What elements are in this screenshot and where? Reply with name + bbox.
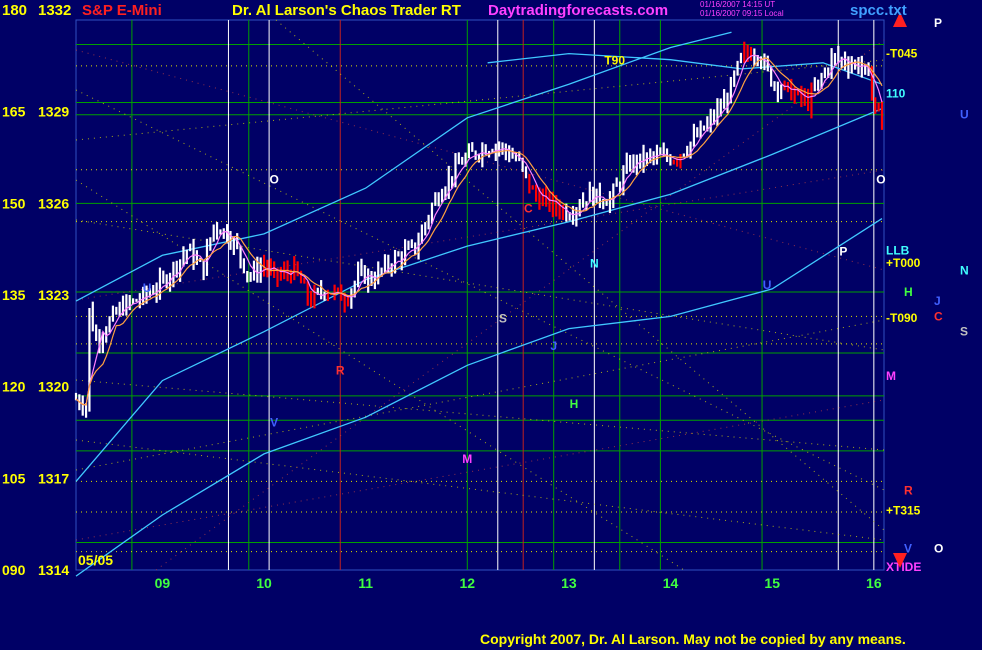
chart-marker: O [270, 172, 279, 186]
right-label: S [960, 325, 968, 339]
right-label: M [886, 369, 896, 383]
right-label: U [960, 108, 969, 122]
chart-canvas: 165 1329 150 1326 135 1323 120 1320 105 1317 090 13… [2, 12, 969, 591]
instrument-label: S&P E-Mini [82, 2, 162, 19]
band-lower [75, 218, 883, 577]
chart-marker: U [763, 278, 772, 292]
right-label: H [904, 285, 913, 299]
timestamp-ut: 01/16/2007 14:15 UT [700, 0, 776, 9]
harmonic-diagonal-9 [155, 39, 885, 571]
right-label: C [934, 309, 943, 323]
x-tick-label: 09 [155, 575, 171, 591]
y-tick-price: 1326 [38, 195, 69, 211]
x-tick-label: 14 [663, 575, 679, 591]
chart-marker: S [499, 312, 507, 326]
y-tick-price: 1314 [38, 562, 69, 578]
y-tick-price: 1329 [38, 104, 69, 120]
header-price-scale-top: 180 [2, 2, 28, 19]
right-side-labels: -T045110LLB+T000-T090M+T315XTIDEPUNHJCSR… [886, 16, 969, 574]
y-tick-scale: 105 [2, 470, 26, 486]
chart-title: Dr. Al Larson's Chaos Trader RT [232, 2, 461, 19]
y-axis-labels: 165 1329 150 1326 135 1323 120 1320 105 1317 090 13… [2, 104, 69, 578]
harmonic-diagonal-8 [75, 439, 885, 541]
right-label: +T315 [886, 503, 921, 517]
filename-label: spcc.txt [850, 2, 907, 19]
chart-marker: R [336, 363, 345, 377]
y-tick-scale: 135 [2, 287, 26, 303]
chart-marker: V [270, 415, 278, 429]
chart-marker: T90 [604, 53, 625, 67]
grid-lines [75, 19, 885, 571]
x-tick-label: 10 [256, 575, 272, 591]
right-label: N [960, 264, 969, 278]
y-tick-scale: 090 [2, 562, 26, 578]
header-price-top: 1332 [38, 2, 72, 19]
timestamp-local: 01/16/2007 09:15 Local [700, 9, 784, 18]
site-link[interactable]: Daytradingforecasts.com [488, 2, 668, 19]
right-label: XTIDE [886, 560, 921, 574]
cyan-bands [75, 31, 883, 577]
harmonic-diagonal-6 [75, 399, 885, 541]
chart-marker: H [570, 397, 579, 411]
x-tick-label: 11 [358, 575, 373, 591]
ma-fast [75, 54, 883, 406]
band-lower-mid [75, 108, 883, 482]
x-tick-label: 12 [460, 575, 476, 591]
right-label: P [934, 16, 942, 30]
moving-averages [75, 54, 883, 406]
right-label: J [934, 294, 941, 308]
band-upper-mid [487, 52, 883, 85]
chart-marker: U [143, 281, 152, 295]
harmonic-diagonal-5 [75, 319, 885, 471]
y-tick-price: 1320 [38, 379, 69, 395]
right-label: R [904, 484, 913, 498]
y-tick-scale: 120 [2, 379, 26, 395]
y-tick-price: 1323 [38, 287, 69, 303]
x-axis-labels: 09 10 11 12 13 14 15 16 [155, 575, 882, 591]
right-label: O [934, 542, 943, 556]
chart-marker: N [590, 257, 599, 271]
chart-marker: P [839, 244, 847, 258]
chart-marker: J [550, 339, 557, 353]
y-tick-scale: 165 [2, 104, 26, 120]
right-label: 110 [886, 86, 906, 100]
right-label: -T090 [886, 311, 918, 325]
chart-marker: C [524, 202, 533, 216]
y-tick-scale: 150 [2, 195, 26, 211]
chart-marker: O [876, 172, 885, 186]
y-tick-price: 1317 [38, 470, 69, 486]
x-tick-label: 13 [561, 575, 577, 591]
x-tick-label: 15 [764, 575, 780, 591]
date-start-label: 05/05 [78, 552, 113, 568]
copyright-notice: Copyright 2007, Dr. Al Larson. May not b… [480, 631, 906, 647]
chart-marker: M [462, 452, 472, 466]
right-label: -T045 [886, 47, 918, 61]
right-label: +T000 [886, 256, 921, 270]
x-tick-label: 16 [866, 575, 882, 591]
